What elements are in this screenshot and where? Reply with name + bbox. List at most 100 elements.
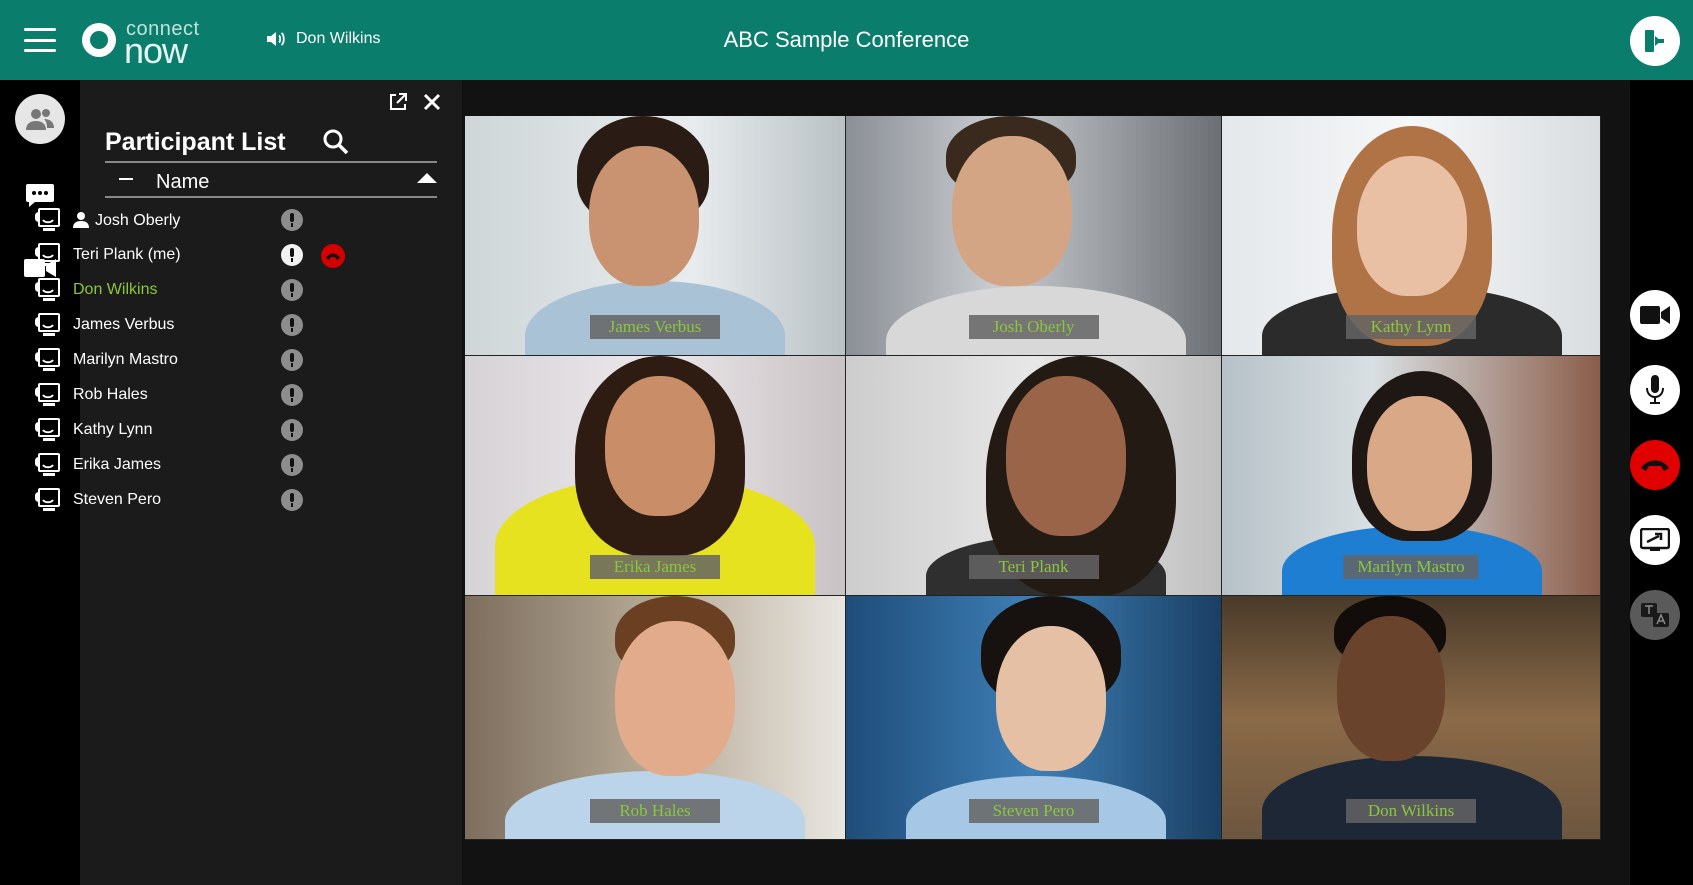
phone-display-icon [35,278,60,301]
participants-icon [26,109,54,130]
participant-row[interactable]: Josh Oberly [25,203,365,237]
sort-ascending-icon[interactable] [417,173,437,183]
video-tile[interactable]: Marilyn Mastro [1222,356,1601,596]
participant-row[interactable]: Don Wilkins [25,273,365,307]
translate-button[interactable] [1630,590,1680,640]
search-icon[interactable] [322,128,350,156]
microphone-icon [290,423,294,437]
translate-icon [1641,603,1669,627]
tile-name-label: James Verbus [590,315,720,339]
video-tile[interactable]: James Verbus [465,116,846,356]
microphone-icon [290,318,294,332]
participant-row[interactable]: Rob Hales [25,378,365,412]
panel-title: Participant List [105,128,286,156]
host-user-icon [73,212,89,228]
video-grid: James Verbus Josh Oberly Kathy Lynn Erik… [465,116,1601,840]
screen-share-icon [1640,528,1670,551]
video-tile[interactable]: Teri Plank [846,356,1222,596]
phone-display-icon [35,488,60,511]
microphone-icon [290,283,294,297]
person-face [605,376,715,516]
hangup-button[interactable] [321,244,345,268]
tile-name-label: Marilyn Mastro [1343,555,1479,579]
participant-name: Don Wilkins [73,281,158,298]
video-tile[interactable]: Josh Oberly [846,116,1222,356]
person-face [1367,396,1472,531]
video-camera-icon [1640,306,1670,324]
hangup-icon [326,253,340,260]
mute-toggle[interactable] [281,349,303,371]
microphone-icon [290,493,294,507]
divider [105,196,437,198]
participant-row[interactable]: Erika James [25,448,365,482]
participant-name: Rob Hales [73,386,148,403]
person-face [996,626,1106,771]
microphone-icon [290,388,294,402]
participant-row[interactable]: Kathy Lynn [25,413,365,447]
mute-toggle[interactable] [281,454,303,476]
panel-window-controls [388,92,442,112]
name-column-header[interactable]: Name [105,164,437,196]
participant-name: Steven Pero [73,491,162,508]
participant-row[interactable]: James Verbus [25,308,365,342]
conference-title: ABC Sample Conference [723,27,970,52]
video-tile[interactable]: Kathy Lynn [1222,116,1601,356]
screen-share-button[interactable] [1630,515,1680,565]
participant-name: Marilyn Mastro [73,351,178,368]
person-face [615,621,735,776]
mute-toggle[interactable] [281,279,303,301]
participant-name: Josh Oberly [73,211,180,230]
mute-toggle[interactable] [281,384,303,406]
video-toggle-button[interactable] [1630,290,1680,340]
exit-icon [1645,30,1664,52]
video-tile[interactable]: Don Wilkins [1222,596,1601,840]
tile-name-label: Josh Oberly [968,315,1099,339]
mic-toggle-button[interactable] [1630,365,1680,415]
mute-toggle[interactable] [281,419,303,441]
mute-toggle[interactable] [281,209,303,231]
hangup-button[interactable] [1630,440,1680,490]
mute-toggle[interactable] [281,244,303,266]
participant-row[interactable]: Marilyn Mastro [25,343,365,377]
top-bar: connect now Don Wilkins ABC Sample Confe… [0,0,1693,80]
participants-tab[interactable] [15,94,65,144]
tile-name-label: Erika James [590,555,720,579]
phone-display-icon [35,208,60,231]
microphone-icon [290,353,294,367]
phone-display-icon [35,383,60,406]
video-tile[interactable]: Rob Hales [465,596,846,840]
microphone-icon [290,248,294,262]
tile-name-label: Kathy Lynn [1346,315,1476,339]
video-tile[interactable]: Erika James [465,356,846,596]
popout-icon[interactable] [388,92,408,112]
person-face [589,146,699,286]
microphone-icon [290,458,294,472]
exit-button[interactable] [1630,16,1680,66]
video-tile[interactable]: Steven Pero [846,596,1222,840]
phone-display-icon [35,243,60,266]
person-face [1006,376,1126,536]
participant-row[interactable]: Teri Plank (me) [25,238,365,272]
person-face [1337,616,1445,761]
participant-name: Teri Plank (me) [73,246,181,263]
participant-name: James Verbus [73,316,175,333]
hangup-icon [1641,460,1669,471]
microphone-icon [1646,375,1664,404]
close-icon[interactable] [422,92,442,112]
microphone-icon [290,213,294,227]
tile-name-label: Rob Hales [590,799,720,823]
phone-display-icon [35,453,60,476]
participant-name-text: Josh Oberly [95,212,181,229]
mute-toggle[interactable] [281,489,303,511]
person-face [1357,156,1467,296]
tile-name-label: Don Wilkins [1346,799,1476,823]
participant-name: Kathy Lynn [73,421,153,438]
collapse-icon[interactable] [119,178,133,180]
tile-name-label: Teri Plank [968,555,1099,579]
tile-name-label: Steven Pero [968,799,1099,823]
participant-row[interactable]: Steven Pero [25,483,365,517]
name-column-label: Name [156,171,210,193]
mute-toggle[interactable] [281,314,303,336]
participant-name: Erika James [73,456,162,473]
phone-display-icon [35,418,60,441]
